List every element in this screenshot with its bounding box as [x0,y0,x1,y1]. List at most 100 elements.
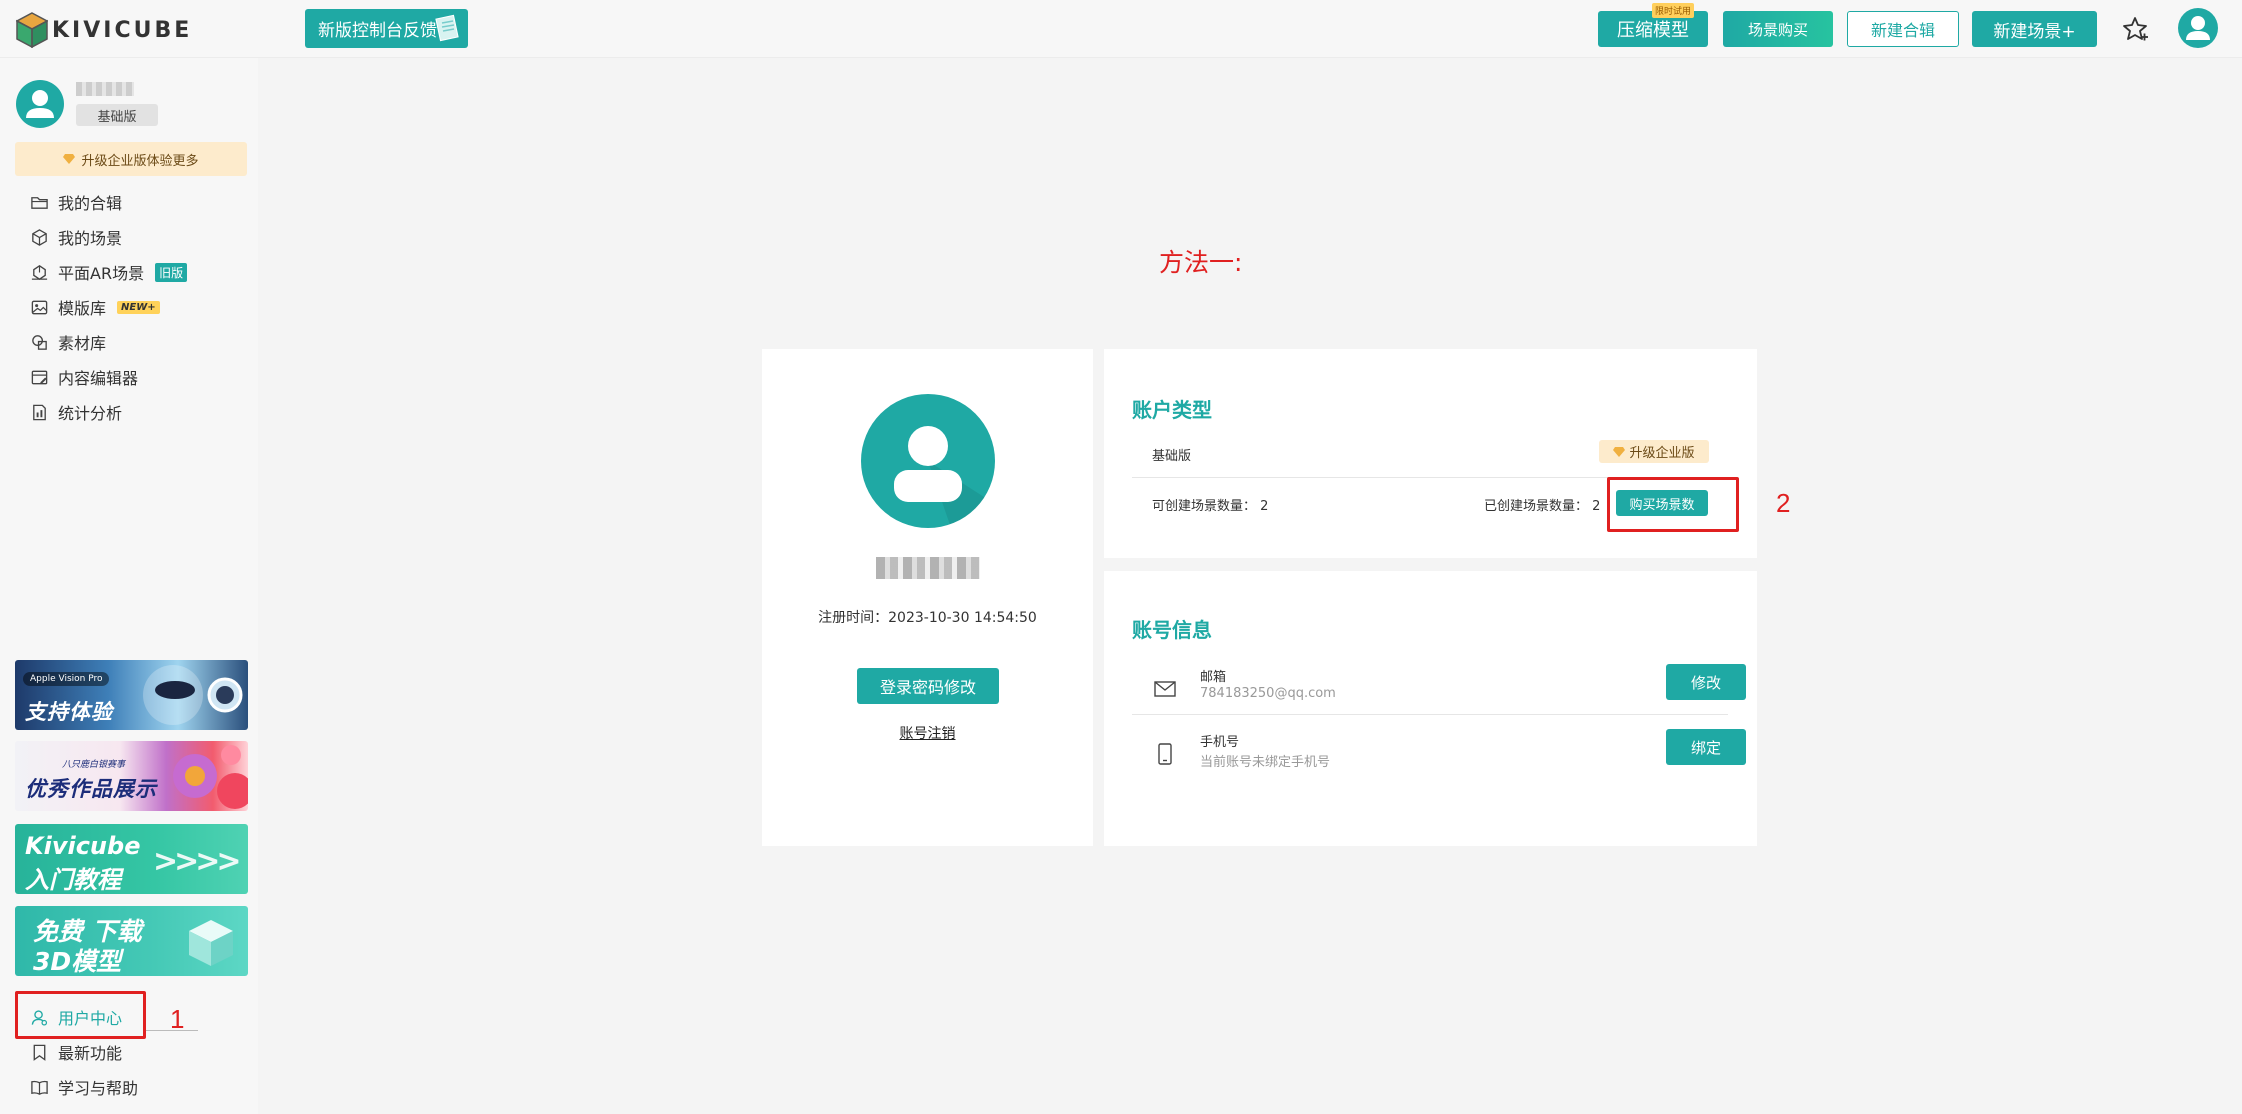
user-avatar-icon [2186,16,2210,40]
annotation-step-2: 2 [1776,488,1791,518]
scenes-created: 已创建场景数量： 2 [1484,499,1601,514]
sidebar-username-redacted [76,82,134,96]
sidebar-upgrade-banner[interactable]: 升级企业版体验更多 [15,142,247,176]
email-label: 邮箱 [1200,670,1227,685]
email-row: 邮箱 784183250@qq.com 修改 [1152,664,1746,716]
sidebar: 基础版 升级企业版体验更多 我的合辑 我的场景 平面AR场景 旧版 模版库 NE… [0,58,258,1114]
account-tier: 基础版 [1152,449,1192,464]
cube-illustration-icon [189,920,233,966]
shapes-icon [32,334,47,350]
compress-model-button[interactable]: 压缩模型 限时试用 [1598,3,1708,47]
console-feedback-label: 新版控制台反馈 [318,21,437,41]
bookmark-icon [33,1044,46,1061]
sidebar-item-label: 平面AR场景 [58,264,145,283]
registration-time: 注册时间：2023-10-30 14:54:50 [818,610,1037,626]
profile-username-redacted [876,557,980,579]
change-password-button[interactable]: 登录密码修改 [857,668,999,704]
free-3d-models-banner[interactable]: 免费 下载 3D模型 [15,906,248,976]
edit-email-button[interactable]: 修改 [1666,664,1746,700]
arrows-decoration: >>>> [153,844,242,879]
method-annotation: 方法一: [1159,248,1243,277]
brand-name: KIVICUBE [52,17,193,43]
compress-model-label: 压缩模型 [1617,20,1689,41]
sidebar-item-label: 模版库 [58,299,107,318]
upgrade-enterprise-button[interactable]: 升级企业版 [1599,440,1709,463]
console-feedback-button[interactable]: 新版控制台反馈 [305,9,468,48]
report-icon [33,404,46,420]
new-badge: NEW+ [117,300,160,314]
sidebar-upgrade-label: 升级企业版体验更多 [81,153,199,169]
sidebar-item-my-scenes[interactable]: 我的场景 [30,225,122,249]
profile-avatar[interactable] [861,394,995,528]
paper-icon [435,14,459,42]
banner-small-label: Apple Vision Pro [23,672,110,686]
upgrade-enterprise-label: 升级企业版 [1629,446,1695,461]
sidebar-avatar[interactable] [16,80,64,128]
new-scene-button[interactable]: 新建场景+ [1972,11,2097,47]
vr-headset-illustration [143,665,243,725]
image-template-icon [31,300,48,314]
sidebar-item-label: 统计分析 [58,404,123,423]
apple-vision-pro-banner[interactable]: Apple Vision Pro 支持体验 [15,660,248,730]
account-type-title: 账户类型 [1132,398,1212,422]
sidebar-item-statistics[interactable]: 统计分析 [30,400,122,424]
sidebar-item-content-editor[interactable]: 内容编辑器 [30,365,138,389]
book-icon [31,1080,48,1095]
diamond-icon [1613,446,1626,457]
annotation-box-user-center [15,991,146,1039]
flower-illustration [173,745,248,809]
divider [1132,714,1728,715]
sidebar-item-label: 学习与帮助 [58,1079,139,1098]
user-avatar-icon [26,90,54,118]
star-favorites-icon[interactable] [2122,15,2150,43]
sidebar-item-label: 素材库 [58,334,107,353]
annotation-box-buy-scenes [1607,477,1739,532]
phone-label: 手机号 [1200,735,1240,750]
phone-row: 手机号 当前账号未绑定手机号 绑定 [1152,729,1746,781]
banner-title: 支持体验 [25,700,113,724]
cancel-account-link[interactable]: 账号注销 [762,723,1093,743]
old-version-badge: 旧版 [155,262,188,282]
bind-phone-button[interactable]: 绑定 [1666,729,1746,765]
diamond-icon [63,154,76,164]
mail-icon [1154,681,1176,697]
phone-value: 当前账号未绑定手机号 [1200,755,1331,770]
sidebar-item-template-library[interactable]: 模版库 NEW+ [30,295,160,319]
cube-icon [32,228,47,246]
banner-title-line2: 入门教程 [25,866,121,894]
new-collection-button[interactable]: 新建合辑 [1847,11,1959,47]
scene-purchase-button[interactable]: 场景购买 [1723,11,1833,47]
sidebar-item-label: 我的场景 [58,229,123,248]
account-info-title: 账号信息 [1132,618,1212,642]
kivicube-logo[interactable]: KIVICUBE [16,10,192,50]
folder-icon [31,196,48,209]
sidebar-item-latest-features[interactable]: 最新功能 [30,1040,122,1064]
top-bar: KIVICUBE 新版控制台反馈 压缩模型 限时试用 场景购买 新建合辑 新建场… [0,0,2242,58]
annotation-underline [146,1030,198,1031]
banner-title: 优秀作品展示 [25,777,157,801]
scene-quota: 可创建场景数量： 2 [1152,499,1269,514]
sidebar-item-label: 最新功能 [58,1044,123,1063]
user-avatar-icon [894,426,995,528]
account-info-card: 账号信息 邮箱 784183250@qq.com 修改 手机号 当前账号未绑定手… [1104,571,1757,846]
sidebar-item-learn-help[interactable]: 学习与帮助 [30,1075,138,1099]
banner-small-label: 八只鹿白银赛事 [62,760,126,770]
user-avatar[interactable] [2178,8,2218,48]
sidebar-item-label: 内容编辑器 [58,369,139,388]
banner-title-line2: 3D模型 [33,947,122,976]
getting-started-banner[interactable]: Kivicube 入门教程 >>>> [15,824,248,894]
phone-icon [1158,743,1172,765]
email-value: 784183250@qq.com [1200,686,1336,701]
showcase-works-banner[interactable]: 八只鹿白银赛事 优秀作品展示 [15,741,248,811]
cube-logo-icon [16,12,48,48]
sidebar-item-material-library[interactable]: 素材库 [30,330,106,354]
editor-icon [31,370,48,384]
sidebar-item-my-collections[interactable]: 我的合辑 [30,190,122,214]
sidebar-tier-badge: 基础版 [76,104,158,126]
banner-title-line1: Kivicube [25,832,141,860]
sidebar-item-label: 我的合辑 [58,194,123,213]
profile-card: 注册时间：2023-10-30 14:54:50 登录密码修改 账号注销 [762,349,1093,846]
trial-tag: 限时试用 [1651,3,1694,18]
ar-cube-icon [31,264,48,280]
sidebar-item-flat-ar-scenes[interactable]: 平面AR场景 旧版 [30,260,188,284]
